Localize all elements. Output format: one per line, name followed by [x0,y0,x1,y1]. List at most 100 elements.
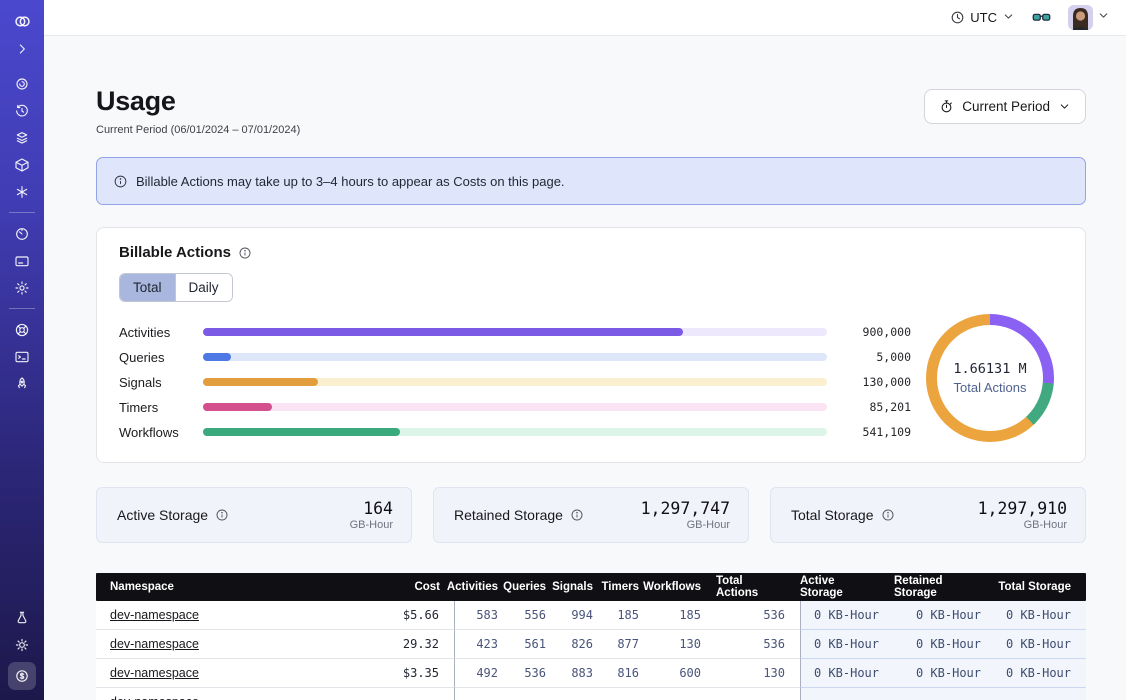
sidebar-item-terminal[interactable] [0,343,44,370]
sidebar-item-history[interactable] [0,97,44,124]
cost-cell: $3.35 [366,659,455,688]
history-icon [14,103,30,119]
sidebar-item-billing-card[interactable] [0,247,44,274]
info-icon[interactable] [238,246,252,260]
user-menu[interactable] [1068,5,1110,30]
sidebar-collapse-button[interactable] [0,35,44,62]
activities-cell: 492 [455,659,513,688]
namespace-link[interactable]: dev-namespace [110,608,199,622]
timers-cell: 185 [608,601,654,630]
info-icon[interactable] [215,508,229,522]
bar-fill [203,378,318,386]
namespace-link[interactable]: dev-namespace [110,637,199,651]
total_storage-cell: 0 KB-Hour [996,659,1086,688]
workflows-cell: 600 [654,659,716,688]
chevron-down-icon [1058,100,1071,113]
sidebar-item-flask[interactable] [0,604,44,631]
sidebar-item-spiral[interactable] [0,70,44,97]
page-heading: Usage Current Period (06/01/2024 – 07/01… [96,86,300,136]
page-title: Usage [96,86,300,117]
bar-value: 130,000 [837,375,911,389]
sun-icon [14,637,30,653]
info-icon [113,174,128,189]
total_actions-cell: 536 [716,630,800,659]
namespace-usage-table: NamespaceCostActivitiesQueriesSignalsTim… [96,573,1086,700]
column-header-cost: Cost [366,573,455,601]
table-row: dev-namespace$5.665835569941851855360 KB… [96,601,1086,630]
table-row: dev-namespace [96,688,1086,700]
bar-track [203,428,827,436]
total-storage-card: Total Storage1,297,910GB-Hour [770,487,1086,543]
dollar-coin-icon [14,668,30,684]
retained_storage-cell: 0 KB-Hour [894,630,996,659]
activities-cell [455,688,513,700]
sidebar-item-rocket[interactable] [0,370,44,397]
bar-value: 900,000 [837,325,911,339]
sidebar-item-settings-gear[interactable] [0,274,44,301]
tab-daily[interactable]: Daily [176,274,232,301]
total_actions-cell: 536 [716,601,800,630]
chevron-right-icon [14,41,30,57]
asterisk-icon [14,184,30,200]
column-header-workflows: Workflows [654,573,716,601]
workflows-cell: 185 [654,601,716,630]
bar-value: 85,201 [837,400,911,414]
sidebar-item-layers[interactable] [0,124,44,151]
bar-label: Timers [119,400,193,415]
sidebar-item-support-lifebuoy[interactable] [0,316,44,343]
retained-storage-value: 1,297,747 [641,499,730,518]
bar-value: 5,000 [837,350,911,364]
column-header-retained-storage: Retained Storage [894,573,996,601]
column-header-total-storage: Total Storage [996,573,1086,601]
active_storage-cell: 0 KB-Hour [800,601,894,630]
period-dropdown-button[interactable]: Current Period [924,89,1086,124]
settings-gear-icon [14,280,30,296]
bar-row-queries: Queries5,000 [119,349,911,365]
billing-card-icon [14,253,30,269]
temporal-logo[interactable] [0,8,44,35]
timezone-selector[interactable]: UTC [950,10,1015,26]
activities-cell: 423 [455,630,513,659]
flask-icon [14,610,30,626]
active-storage-value: 164 [350,499,393,518]
usage-page: UTC Usage [0,0,1126,700]
sidebar-divider [9,212,35,213]
retained_storage-cell: 0 KB-Hour [894,659,996,688]
signals-cell: 994 [561,601,608,630]
namespace-cell: dev-namespace [96,601,366,630]
total_actions-cell [716,688,800,700]
sidebar [0,0,44,700]
column-header-namespace: Namespace [96,573,366,601]
donut-center: 1.66131 M Total Actions [926,314,1054,442]
cube-icon [14,157,30,173]
bar-fill [203,403,272,411]
table-row: dev-namespace29.324235618268771305360 KB… [96,630,1086,659]
sidebar-item-asterisk[interactable] [0,178,44,205]
tab-total[interactable]: Total [120,274,176,301]
sidebar-item-gauge[interactable] [0,220,44,247]
user-avatar [1068,5,1093,30]
namespace-link[interactable]: dev-namespace [110,695,199,700]
current-period-subtitle: Current Period (06/01/2024 – 07/01/2024) [96,124,300,136]
info-icon[interactable] [570,508,584,522]
namespace-link[interactable]: dev-namespace [110,666,199,680]
bar-row-timers: Timers 85,201 [119,399,911,415]
billable-actions-bar-chart: Activities900,000Queries5,000Signals130,… [119,324,911,440]
temporal-logo [13,12,32,31]
period-dropdown-label: Current Period [962,99,1050,114]
table-body: dev-namespace$5.665835569941851855360 KB… [96,601,1086,700]
glasses-icon[interactable] [1031,7,1052,28]
bar-fill [203,353,231,361]
sidebar-item-sun[interactable] [0,631,44,658]
sidebar-item-dollar-coin[interactable] [8,662,36,690]
info-icon[interactable] [881,508,895,522]
layers-icon [14,130,30,146]
sidebar-item-cube[interactable] [0,151,44,178]
rocket-icon [14,376,30,392]
total_storage-cell: 0 KB-Hour [996,601,1086,630]
stopwatch-icon [939,99,954,114]
total_storage-cell [996,688,1086,700]
total-actions-donut-chart: 1.66131 M Total Actions [926,314,1054,442]
active_storage-cell: 0 KB-Hour [800,630,894,659]
active-storage-unit: GB-Hour [350,519,393,531]
